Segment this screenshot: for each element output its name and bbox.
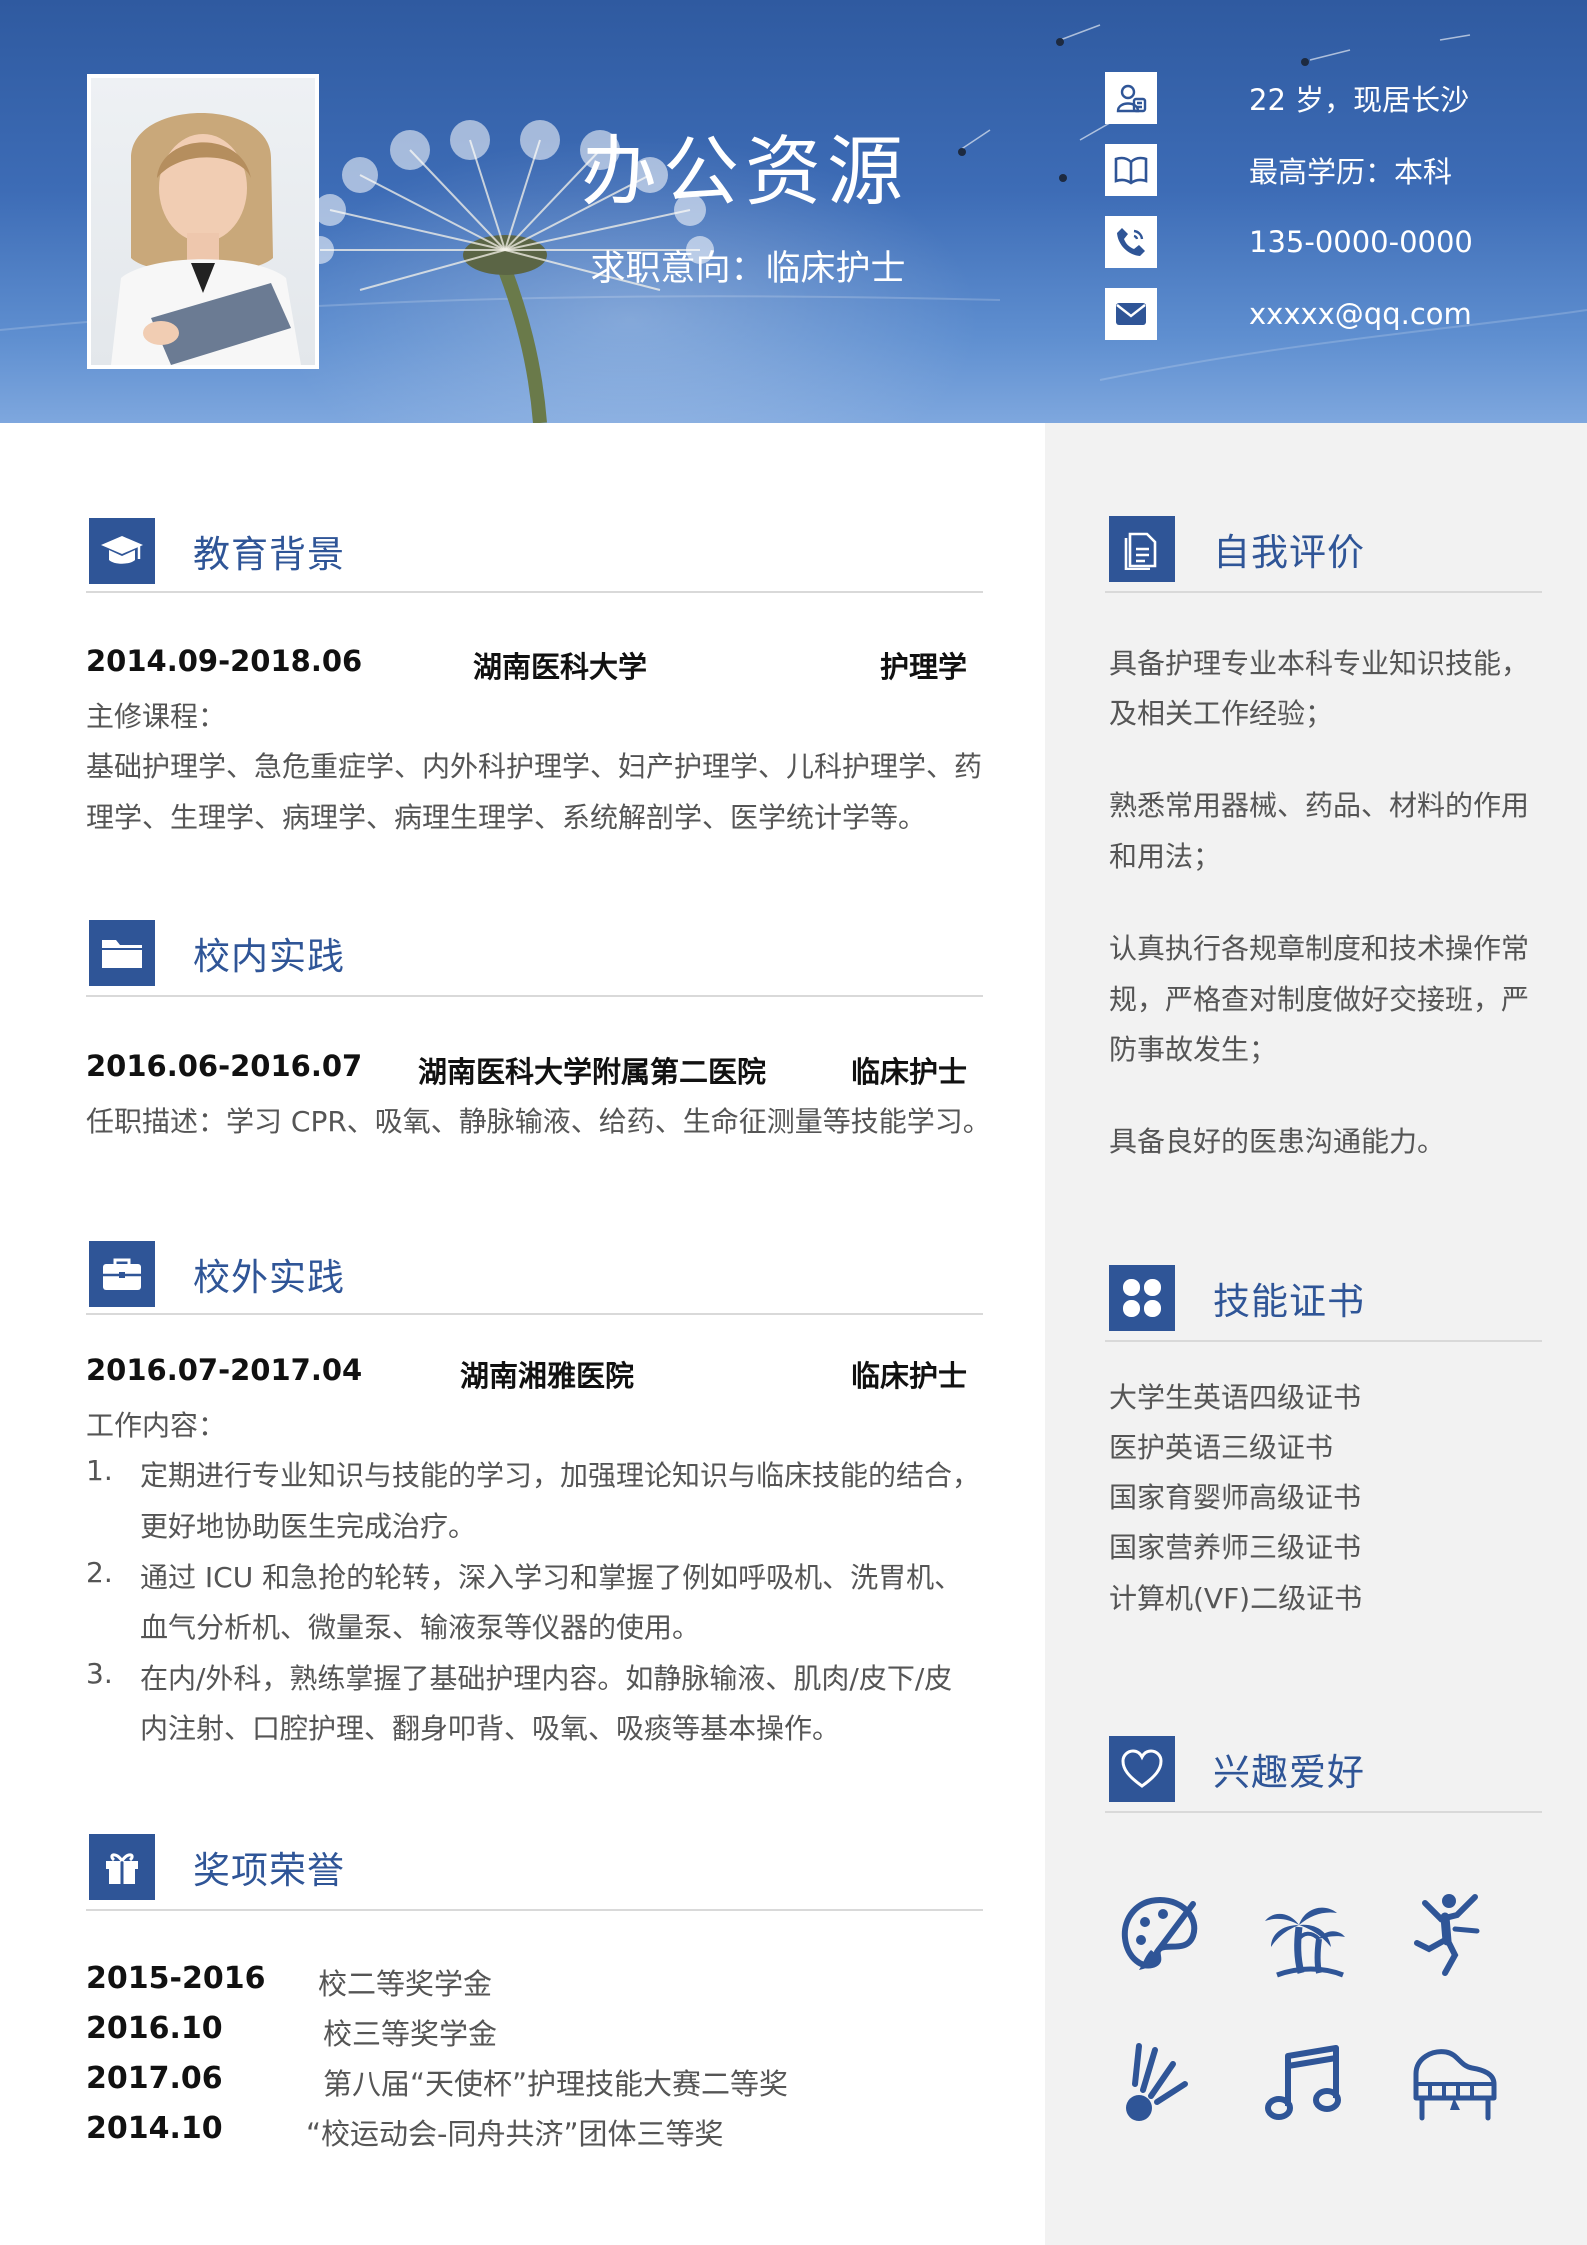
work-content-label: 工作内容：: [86, 1409, 227, 1442]
section-title: 技能证书: [1213, 1280, 1365, 1323]
mail-icon: [1105, 288, 1157, 340]
info-email: xxxxx@qq.com: [1105, 288, 1473, 340]
self-eval-line: 和用法；: [1109, 840, 1222, 873]
courses-label: 主修课程：: [86, 700, 227, 733]
campus-org: 湖南医科大学附属第二医院: [418, 1055, 767, 1089]
award-name: “校运动会-同舟共济”团体三等奖: [306, 2117, 724, 2151]
section-skills: 技能证书: [1109, 1263, 1365, 1333]
heart-icon: [1109, 1736, 1175, 1802]
section-title: 教育背景: [193, 533, 345, 576]
section-title: 兴趣爱好: [1213, 1751, 1365, 1794]
palette-icon: [1121, 1896, 1198, 1970]
section-title: 自我评价: [1213, 531, 1365, 574]
info-text: 最高学历：本科: [1249, 155, 1453, 189]
courses-line: 基础护理学、急危重症学、内外科护理学、妇产护理学、儿科护理学、药: [86, 750, 983, 783]
info-text: xxxxx@qq.com: [1249, 297, 1472, 331]
profile-photo: [91, 78, 315, 365]
list-item-line: 通过 ICU 和急抢的轮转，深入学习和掌握了例如呼吸机、洗胃机、: [140, 1561, 963, 1594]
header-banner: 办公资源 求职意向：临床护士 22 岁，现居长沙 最高学历：本科 135-000…: [0, 0, 1587, 423]
education-major: 护理学: [880, 650, 968, 684]
palm-tree-icon: [1265, 1907, 1345, 1978]
piano-icon: [1413, 2049, 1497, 2121]
award-name: 第八届“天使杯”护理技能大赛二等奖: [323, 2067, 789, 2101]
self-eval-line: 规，严格查对制度做好交接班，严: [1109, 983, 1530, 1016]
campus-role: 临床护士: [851, 1055, 968, 1089]
section-awards: 奖项荣誉: [89, 1832, 345, 1902]
list-item-line: 内注射、口腔护理、翻身叩背、吸氧、吸痰等基本操作。: [140, 1712, 841, 1745]
gift-icon: [89, 1834, 155, 1900]
list-item-line: 血气分析机、微量泵、输液泵等仪器的使用。: [140, 1611, 701, 1644]
grid-flower-icon: [1109, 1265, 1175, 1331]
self-eval-line: 及相关工作经验；: [1109, 697, 1334, 730]
external-org: 湖南湘雅医院: [460, 1359, 635, 1393]
section-title: 校外实践: [193, 1256, 345, 1299]
campus-period: 2016.06-2016.07: [86, 1049, 363, 1083]
external-role: 临床护士: [851, 1359, 968, 1393]
section-campus-practice: 校内实践: [89, 918, 345, 988]
phone-icon: [1105, 216, 1157, 268]
section-self-evaluation: 自我评价: [1109, 514, 1365, 584]
skill-item: 国家营养师三级证书: [1109, 1531, 1362, 1564]
section-divider: [86, 591, 983, 593]
self-eval-line: 防事故发生；: [1109, 1033, 1278, 1066]
section-hobbies: 兴趣爱好: [1109, 1734, 1365, 1804]
contact-info-list: 22 岁，现居长沙 最高学历：本科 135-0000-0000 xxxxx@qq…: [1105, 72, 1473, 360]
skill-item: 医护英语三级证书: [1109, 1431, 1334, 1464]
section-divider: [86, 1909, 983, 1911]
info-age-location: 22 岁，现居长沙: [1105, 72, 1473, 124]
award-name: 校二等奖学金: [318, 1967, 493, 2001]
info-text: 22 岁，现居长沙: [1249, 83, 1470, 117]
self-eval-line: 具备护理专业本科专业知识技能，: [1109, 647, 1530, 680]
self-eval-line: 认真执行各规章制度和技术操作常: [1109, 932, 1530, 965]
badminton-icon: [1126, 2043, 1188, 2121]
list-number: 1.: [86, 1454, 113, 1487]
list-item-line: 更好地协助医生完成治疗。: [140, 1510, 477, 1543]
section-divider: [1105, 1340, 1542, 1342]
folder-icon: [89, 920, 155, 986]
section-divider: [1105, 1811, 1542, 1813]
skill-item: 大学生英语四级证书: [1109, 1381, 1362, 1414]
courses-line: 理学、生理学、病理学、病理生理学、系统解剖学、医学统计学等。: [86, 801, 927, 834]
award-date: 2014.10: [86, 2111, 223, 2146]
list-number: 3.: [86, 1657, 113, 1690]
music-note-icon: [1265, 2045, 1341, 2120]
candidate-name: 办公资源: [581, 127, 909, 216]
list-item-line: 在内/外科，熟练掌握了基础护理内容。如静脉输液、肌肉/皮下/皮: [140, 1662, 953, 1695]
list-number: 2.: [86, 1556, 113, 1589]
self-eval-line: 熟悉常用器械、药品、材料的作用: [1109, 789, 1530, 822]
dancer-icon: [1414, 1894, 1480, 1976]
self-eval-line: 具备良好的医患沟通能力。: [1109, 1125, 1446, 1158]
award-date: 2016.10: [86, 2011, 223, 2046]
section-title: 校内实践: [193, 935, 345, 978]
profile-photo-frame: [87, 74, 319, 369]
info-phone: 135-0000-0000: [1105, 216, 1473, 268]
section-title: 奖项荣誉: [193, 1849, 345, 1892]
book-icon: [1105, 144, 1157, 196]
award-date: 2017.06: [86, 2061, 223, 2096]
education-school: 湖南医科大学: [473, 650, 648, 684]
info-education: 最高学历：本科: [1105, 144, 1473, 196]
external-period: 2016.07-2017.04: [86, 1353, 363, 1387]
briefcase-icon: [89, 1241, 155, 1307]
user-id-icon: [1105, 72, 1157, 124]
section-divider: [86, 1313, 983, 1315]
info-text: 135-0000-0000: [1249, 225, 1473, 259]
section-external-practice: 校外实践: [89, 1239, 345, 1309]
campus-desc: 任职描述：学习 CPR、吸氧、静脉输液、给药、生命征测量等技能学习。: [86, 1105, 991, 1138]
education-period: 2014.09-2018.06: [86, 644, 363, 678]
section-divider: [86, 995, 983, 997]
list-item-line: 定期进行专业知识与技能的学习，加强理论知识与临床技能的结合，: [140, 1459, 981, 1492]
section-education: 教育背景: [89, 516, 345, 586]
award-date: 2015-2016: [86, 1961, 266, 1996]
award-name: 校三等奖学金: [323, 2017, 498, 2051]
graduation-cap-icon: [89, 518, 155, 584]
document-icon: [1109, 516, 1175, 582]
job-intent: 求职意向：临床护士: [590, 249, 906, 289]
skill-item: 计算机(VF)二级证书: [1109, 1582, 1363, 1615]
skill-item: 国家育婴师高级证书: [1109, 1481, 1362, 1514]
section-divider: [1105, 591, 1542, 593]
